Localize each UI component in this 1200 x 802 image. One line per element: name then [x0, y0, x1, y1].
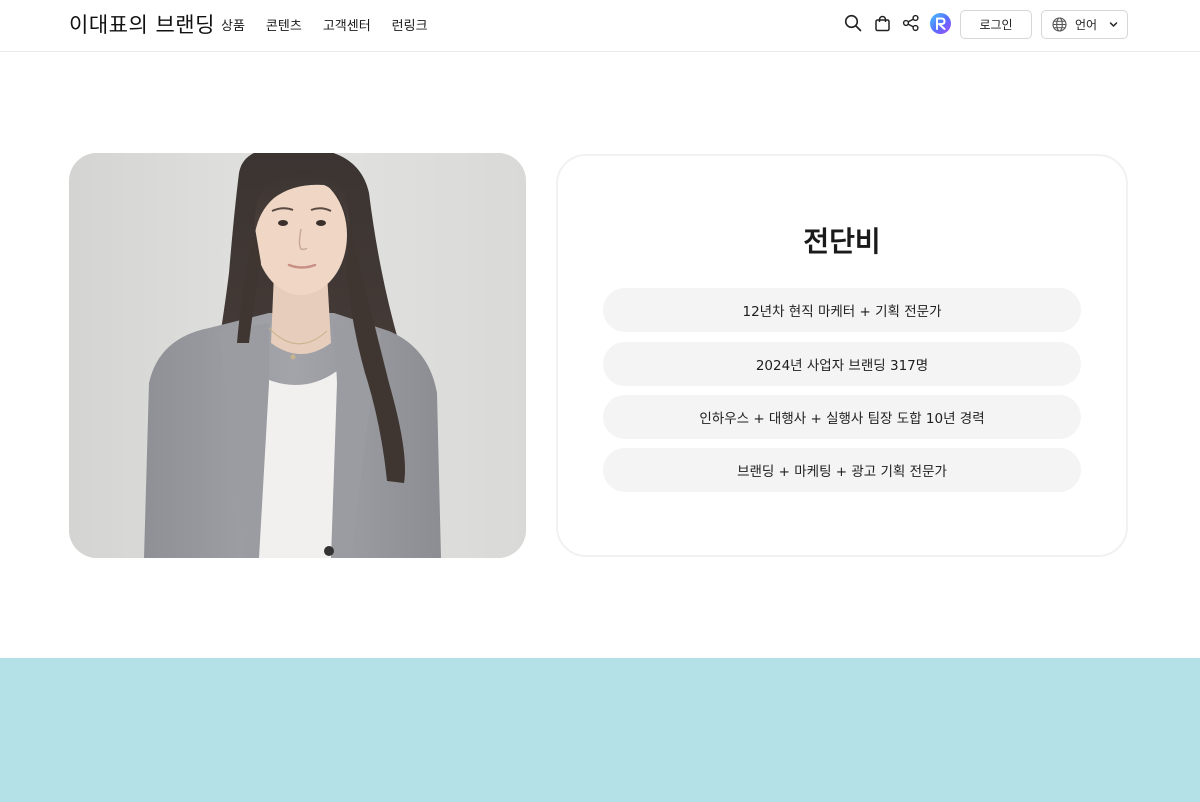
nav-item-contents[interactable]: 콘텐츠 — [266, 15, 302, 34]
chevron-down-icon — [1109, 20, 1118, 29]
search-icon[interactable] — [843, 13, 863, 33]
highlight-item: 12년차 현직 마케터 + 기획 전문가 — [603, 288, 1081, 332]
profile-card: 전단비 12년차 현직 마케터 + 기획 전문가 2024년 사업자 브랜딩 3… — [556, 154, 1128, 557]
highlight-item: 2024년 사업자 브랜딩 317명 — [603, 342, 1081, 386]
login-button[interactable]: 로그인 — [960, 10, 1032, 39]
nav-item-runlink[interactable]: 런링크 — [392, 15, 428, 34]
language-label: 언어 — [1075, 18, 1098, 32]
nav-item-products[interactable]: 상품 — [221, 15, 245, 34]
globe-icon — [1052, 17, 1067, 32]
shopping-bag-icon[interactable] — [872, 13, 892, 33]
profile-name: 전단비 — [803, 225, 881, 258]
brand-logo[interactable]: 이대표의 브랜딩 — [69, 9, 215, 39]
profile-photo — [69, 153, 526, 558]
app-logo-icon[interactable] — [930, 13, 951, 34]
share-icon[interactable] — [901, 13, 921, 33]
language-select[interactable]: 언어 — [1041, 10, 1128, 39]
section-band — [0, 658, 1200, 802]
highlight-item: 인하우스 + 대행사 + 실행사 팀장 도합 10년 경력 — [603, 395, 1081, 439]
main-nav: 상품 콘텐츠 고객센터 런링크 — [221, 15, 428, 34]
highlight-item: 브랜딩 + 마케팅 + 광고 기획 전문가 — [603, 448, 1081, 492]
top-header: 이대표의 브랜딩 상품 콘텐츠 고객센터 런링크 로그인 언어 — [0, 0, 1200, 52]
nav-item-customer-center[interactable]: 고객센터 — [323, 15, 371, 34]
